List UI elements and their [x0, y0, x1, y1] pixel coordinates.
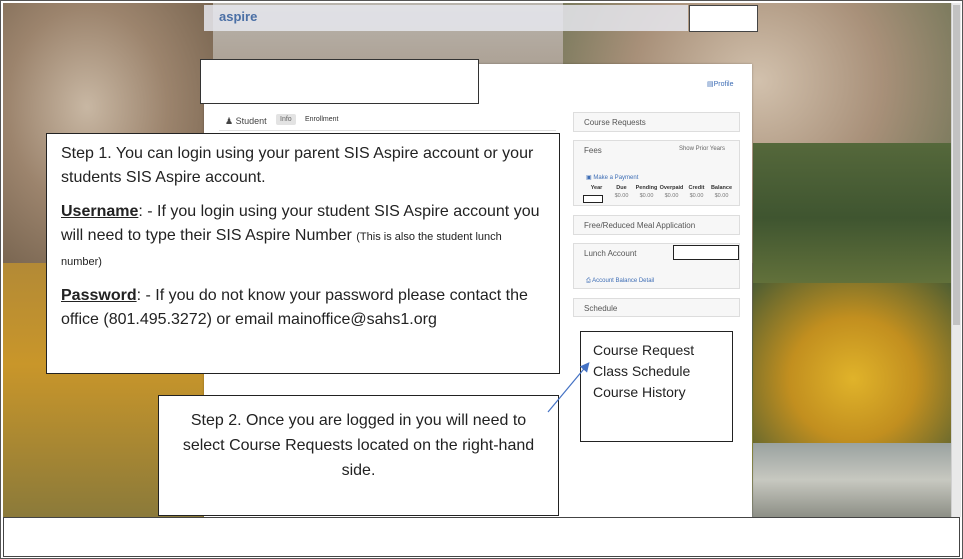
step1-intro: Step 1. You can login using your parent … [61, 145, 534, 186]
profile-icon: ▤ [707, 81, 714, 88]
bottom-band [3, 517, 960, 557]
fees-val-overpaid: $0.00 [664, 193, 679, 199]
schedule-box[interactable]: Schedule [573, 298, 740, 317]
fees-table-row: $0.00 $0.00 $0.00 $0.00 $0.00 [584, 193, 734, 199]
tab-student[interactable]: ♟ Student [225, 116, 267, 127]
username-label: Username [61, 203, 139, 220]
step1-callout: Step 1. You can login using your parent … [46, 133, 560, 374]
fees-val-pending: $0.00 [639, 193, 654, 199]
step1-username: Username: - If you login using your stud… [61, 200, 545, 274]
fees-label: Fees [584, 146, 602, 155]
fees-col-pending: Pending [635, 185, 658, 191]
option-course-history: Course History [593, 384, 686, 400]
river [753, 443, 951, 517]
fees-val-due: $0.00 [614, 193, 629, 199]
printer-icon: ⎙ [586, 278, 591, 284]
name-redaction-box [200, 59, 479, 104]
autumn-trees-right [753, 283, 951, 443]
fees-val-balance: $0.00 [714, 193, 729, 199]
meal-application-box[interactable]: Free/Reduced Meal Application [573, 215, 740, 235]
fees-col-year: Year [590, 185, 603, 191]
aspire-logo[interactable]: aspire [219, 9, 257, 24]
header-bar [204, 5, 688, 31]
fees-box: Fees Show Prior Years ▣ Make a Payment Y… [573, 140, 740, 206]
course-requests-label: Course Requests [584, 118, 646, 127]
fees-col-balance: Balance [710, 185, 733, 191]
profile-link[interactable]: ▤Profile [707, 80, 733, 88]
student-tabs: ♟ Student Info Enrollment [219, 113, 556, 131]
lunch-redaction-box [673, 245, 739, 260]
option-class-schedule: Class Schedule [593, 363, 691, 379]
fees-col-overpaid: Overpaid [659, 185, 684, 191]
fees-col-due: Due [616, 185, 627, 191]
schedule-label: Schedule [584, 304, 618, 313]
tab-enrollment[interactable]: Enrollment [305, 116, 338, 123]
header-redaction-box [689, 5, 758, 32]
password-label: Password [61, 287, 137, 304]
fees-col-credit: Credit [688, 185, 705, 191]
user-icon: ♟ [225, 116, 234, 126]
year-redaction-box [583, 195, 603, 203]
lunch-account-label: Lunch Account [584, 249, 637, 258]
forest [753, 143, 951, 293]
scrollbar[interactable] [951, 3, 961, 517]
option-course-request: Course Request [593, 342, 695, 358]
card-icon: ▣ [586, 175, 592, 181]
options-callout: Course Request Class Schedule Course His… [580, 331, 733, 442]
tab-info[interactable]: Info [276, 114, 296, 125]
scrollbar-thumb[interactable] [953, 5, 960, 325]
show-prior-years-link[interactable]: Show Prior Years [679, 146, 725, 152]
step2-callout: Step 2. Once you are logged in you will … [158, 395, 559, 516]
course-requests-box[interactable]: Course Requests [573, 112, 740, 132]
fees-table-header: Year Due Pending Overpaid Credit Balance [584, 185, 734, 191]
account-balance-link[interactable]: ⎙ Account Balance Detail [586, 278, 654, 285]
fees-val-credit: $0.00 [689, 193, 704, 199]
step1-password: Password: - If you do not know your pass… [61, 284, 545, 332]
make-payment-link[interactable]: ▣ Make a Payment [586, 174, 638, 181]
meal-application-label: Free/Reduced Meal Application [584, 221, 696, 230]
